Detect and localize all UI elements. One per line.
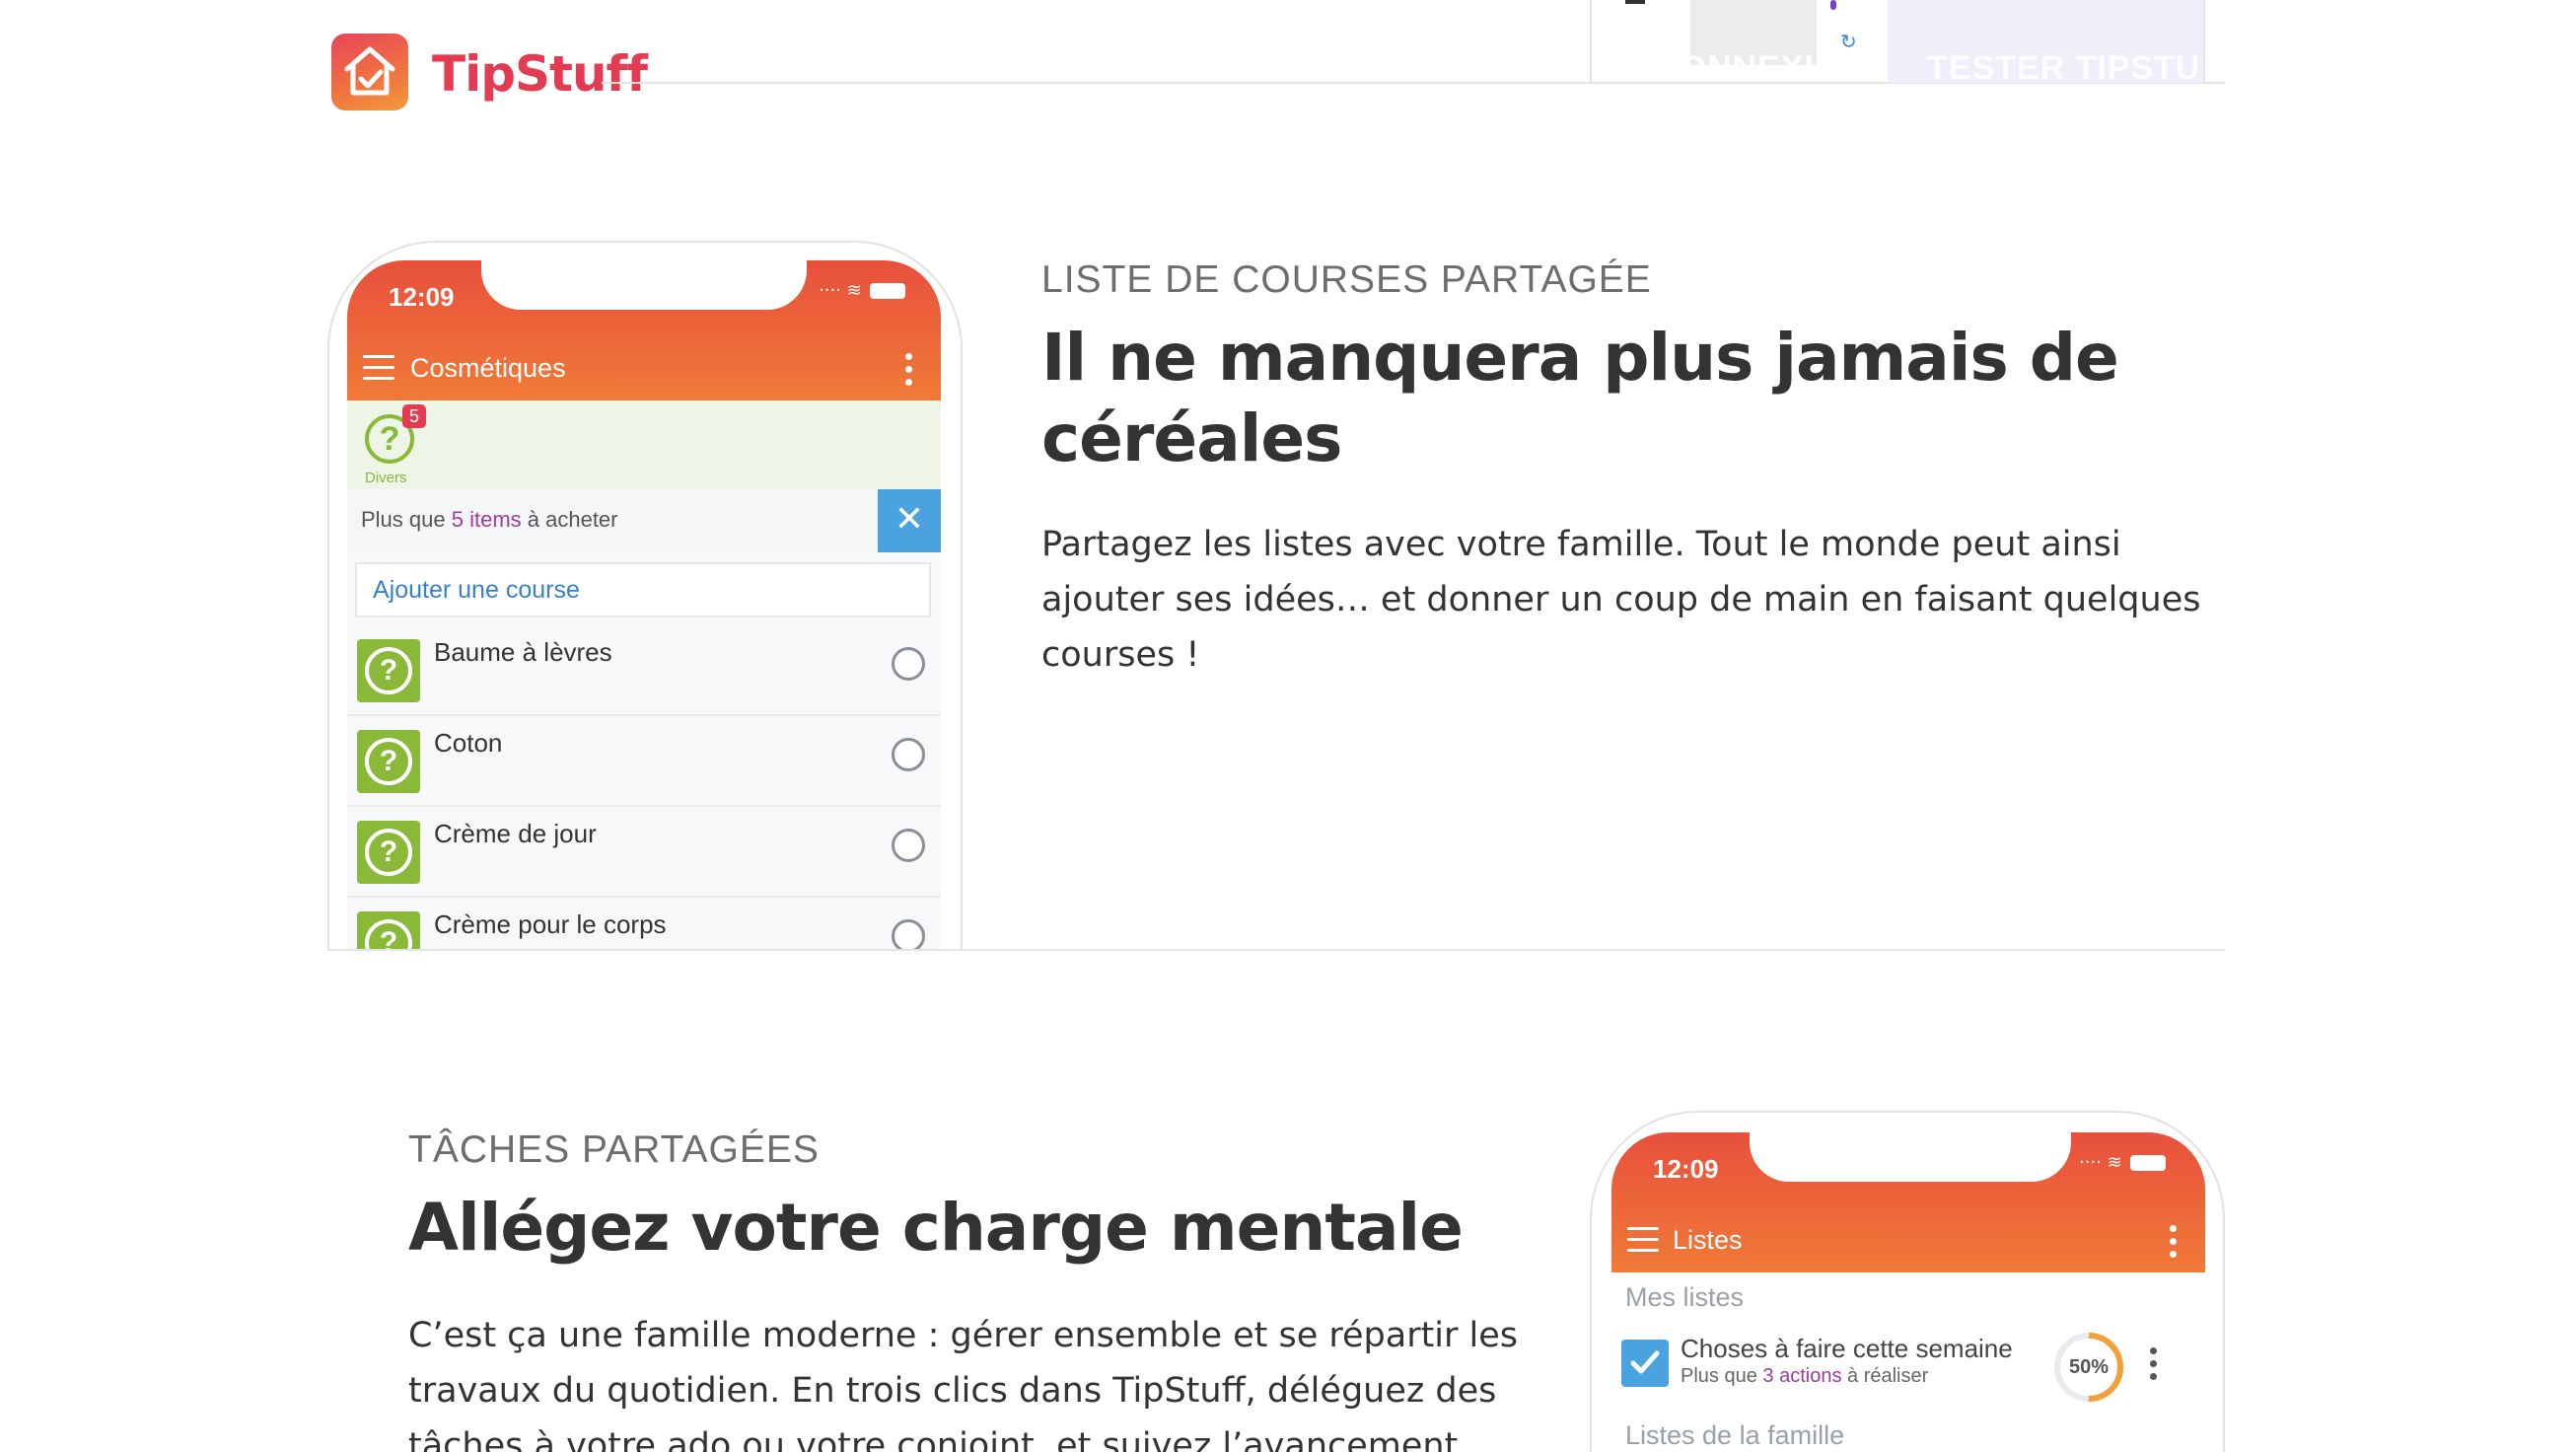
checkbox-checked-icon[interactable]: [1621, 1340, 1669, 1387]
remaining-count: 5 items: [451, 507, 522, 532]
login-button[interactable]: CONNEXION: [1655, 49, 1867, 83]
section-eyebrow: LISTE DE COURSES PARTAGÉE: [1041, 258, 1652, 301]
family-lists-heading: Listes de la famille: [1625, 1420, 1845, 1450]
tipstuff-logo-icon[interactable]: [331, 34, 408, 110]
section-eyebrow: TÂCHES PARTAGÉES: [408, 1128, 820, 1171]
wifi-battery-icon: ···· ≋: [2079, 1152, 2166, 1173]
item-checkbox[interactable]: [892, 829, 925, 862]
add-item-input[interactable]: Ajouter une course: [355, 562, 931, 617]
pending-actions-count: 3 actions: [1762, 1365, 1842, 1387]
list-item-label: Baume à lèvres: [434, 637, 612, 667]
section-body: C’est ça une famille moderne : gérer ens…: [408, 1316, 1519, 1452]
header-preview-area: ↻ CONNEXION TESTER TIPSTUFF: [1590, 0, 2205, 83]
list-item[interactable]: ? Coton: [347, 716, 941, 807]
phone-screen: 12:09 ···· ≋ Cosmétiques ? 5 Divers Plus…: [347, 260, 941, 949]
more-options-icon[interactable]: [2150, 1347, 2158, 1386]
status-time: 12:09: [1653, 1154, 1719, 1184]
item-checkbox[interactable]: [892, 919, 925, 949]
section-headline: Il ne manquera plus jamais de céréales: [1041, 320, 2119, 476]
section-divider: [327, 949, 2225, 951]
preview-marker: [1830, 0, 1836, 10]
app-topbar: 12:09 ···· ≋ Cosmétiques: [347, 260, 941, 400]
hamburger-menu-icon[interactable]: [1627, 1227, 1659, 1253]
app-topbar: 12:09 ···· ≋ Listes: [1611, 1132, 2205, 1272]
section-body: Partagez les listes avec votre famille. …: [1041, 525, 2201, 675]
list-item-label: Crème de jour: [434, 819, 597, 848]
wifi-battery-icon: ···· ≋: [819, 280, 905, 301]
question-icon: ?: [357, 730, 420, 793]
screen-title: Cosmétiques: [410, 353, 566, 383]
remaining-items-text: Plus que 5 items à acheter: [361, 507, 618, 532]
category-strip: ? 5 Divers: [347, 400, 941, 489]
section-headline: Allégez votre charge mentale: [408, 1190, 1464, 1266]
close-icon[interactable]: ✕: [878, 489, 941, 552]
item-checkbox[interactable]: [892, 647, 925, 681]
preview-tick: [1625, 0, 1645, 4]
phone-screen: 12:09 ···· ≋ Listes Mes listes Choses à …: [1611, 1132, 2205, 1452]
brand-name[interactable]: TipStuff: [432, 39, 648, 109]
list-item[interactable]: Choses à faire cette semaine Plus que 3 …: [1611, 1332, 2205, 1411]
question-icon: ?: [357, 639, 420, 702]
status-time: 12:09: [389, 282, 455, 312]
list-item-label: Crème pour le corps: [434, 909, 667, 939]
site-header: TipStuff ↻ CONNEXION TESTER TIPSTUFF: [0, 0, 2576, 110]
phone-notch: [1750, 1132, 2071, 1182]
screen-title: Listes: [1673, 1225, 1743, 1255]
list-item[interactable]: ? Crème de jour: [347, 807, 941, 898]
question-icon: ?: [357, 911, 420, 949]
more-options-icon[interactable]: [905, 353, 913, 392]
list-item[interactable]: ? Baume à lèvres: [347, 625, 941, 716]
category-label: Divers: [365, 470, 407, 486]
more-options-icon[interactable]: [2170, 1225, 2178, 1264]
try-tipstuff-button[interactable]: TESTER TIPSTUFF: [1927, 49, 2203, 83]
list-item-label: Coton: [434, 728, 503, 758]
list-title: Choses à faire cette semaine: [1681, 1334, 2013, 1363]
progress-ring: 50%: [2051, 1330, 2126, 1405]
list-item[interactable]: ? Crème pour le corps: [347, 898, 941, 949]
question-icon: ?: [357, 821, 420, 884]
progress-label: 50%: [2068, 1356, 2110, 1378]
item-checkbox[interactable]: [892, 738, 925, 771]
category-count-badge: 5: [402, 404, 426, 428]
hamburger-menu-icon[interactable]: [363, 355, 394, 381]
remaining-items-bar: Plus que 5 items à acheter ✕: [347, 489, 941, 552]
my-lists-heading: Mes listes: [1625, 1282, 1745, 1312]
phone-notch: [481, 260, 807, 310]
list-subtitle: Plus que 3 actions à réaliser: [1681, 1365, 1929, 1387]
